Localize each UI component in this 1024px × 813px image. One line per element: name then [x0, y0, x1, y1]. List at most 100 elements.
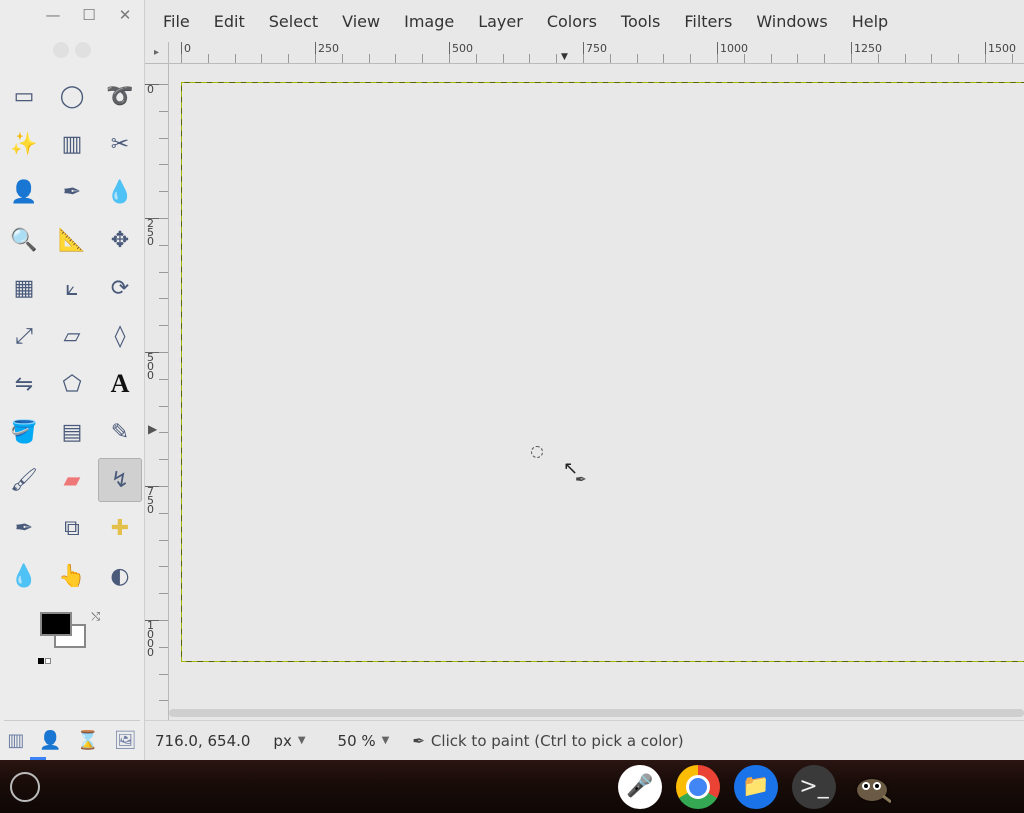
maximize-button[interactable]: ☐: [80, 6, 98, 24]
tool-move[interactable]: ✥: [98, 218, 142, 262]
close-button[interactable]: ✕: [116, 6, 134, 24]
tool-ellipse-select[interactable]: ◯: [50, 74, 94, 118]
status-bar: 716.0, 654.0 px ▼ 50 % ▼ ✒ Click to pain…: [145, 720, 1024, 760]
zoom-selector[interactable]: 50 % ▼: [329, 727, 399, 755]
tool-color-select[interactable]: ▥: [50, 122, 94, 166]
tool-color-picker[interactable]: 💧: [98, 170, 142, 214]
prompt-icon: >_: [799, 774, 828, 799]
menu-image[interactable]: Image: [392, 4, 466, 39]
rotate-icon: ⟳: [107, 275, 133, 301]
v-ruler-label: 0: [147, 85, 154, 94]
scrollbar-thumb[interactable]: [169, 709, 1024, 717]
tool-bucket-fill[interactable]: 🪣: [2, 410, 46, 454]
tool-blur[interactable]: 💧: [2, 554, 46, 598]
foreground-color-swatch[interactable]: [40, 612, 72, 636]
tool-foreground-select[interactable]: 👤: [2, 170, 46, 214]
tool-clone[interactable]: ⧉: [50, 506, 94, 550]
launcher-button[interactable]: [10, 772, 40, 802]
menu-tools[interactable]: Tools: [609, 4, 672, 39]
canvas-area: ▸ 0250500750100012501500▼ 02505007501000…: [145, 42, 1024, 720]
vertical-ruler[interactable]: 02505007501000: [145, 64, 169, 720]
tool-ink[interactable]: ✒: [2, 506, 46, 550]
history-tab-icon[interactable]: ⌛: [76, 730, 98, 751]
quick-mask-toggle-icon[interactable]: ▶: [148, 422, 157, 436]
pencil-icon: ✎: [107, 419, 133, 445]
shear-icon: ▱: [59, 323, 85, 349]
files-app-icon[interactable]: 📁: [734, 765, 778, 809]
airbrush-icon: ✒: [412, 732, 425, 750]
tool-heal[interactable]: ✚: [98, 506, 142, 550]
tool-scissors[interactable]: ✂: [98, 122, 142, 166]
images-tab-icon[interactable]: 🖼: [114, 730, 137, 751]
os-taskbar: 🎤 📁 >_: [0, 760, 1024, 813]
tool-cage[interactable]: ⬠: [50, 362, 94, 406]
canvas[interactable]: ↖ ✒: [169, 64, 1024, 694]
rect-select-icon: ▭: [11, 83, 37, 109]
foreground-select-icon: 👤: [11, 179, 37, 205]
h-ruler-label: 0: [184, 42, 191, 55]
wilber-icon: [853, 768, 891, 806]
minimize-button[interactable]: —: [44, 6, 62, 24]
wilber-logo: [0, 30, 144, 70]
menu-view[interactable]: View: [330, 4, 392, 39]
tool-airbrush[interactable]: ↯: [98, 458, 142, 502]
tool-smudge[interactable]: 👆: [50, 554, 94, 598]
brush-outline-cursor: [531, 446, 543, 458]
microphone-icon: 🎤: [626, 774, 653, 799]
h-ruler-label: 750: [586, 42, 607, 55]
tool-eraser[interactable]: ▰: [50, 458, 94, 502]
ink-icon: ✒: [11, 515, 37, 541]
tool-blend[interactable]: ▤: [50, 410, 94, 454]
unit-selector[interactable]: px ▼: [264, 727, 314, 755]
tool-align[interactable]: ▦: [2, 266, 46, 310]
clone-icon: ⧉: [59, 515, 85, 541]
horizontal-scrollbar[interactable]: [169, 706, 1024, 720]
chevron-down-icon: ▼: [298, 735, 306, 746]
h-ruler-label: 250: [318, 42, 339, 55]
tool-pencil[interactable]: ✎: [98, 410, 142, 454]
default-colors-icon[interactable]: [38, 658, 51, 664]
color-swatches[interactable]: ⤭: [40, 612, 100, 662]
menu-colors[interactable]: Colors: [535, 4, 609, 39]
v-ruler-label: 250: [147, 219, 154, 246]
tool-paths[interactable]: ✒: [50, 170, 94, 214]
menu-file[interactable]: File: [151, 4, 202, 39]
menu-select[interactable]: Select: [257, 4, 330, 39]
tool-dodge[interactable]: ◐: [98, 554, 142, 598]
voice-search-app-icon[interactable]: 🎤: [618, 765, 662, 809]
ruler-origin-button[interactable]: ▸: [145, 42, 169, 64]
chrome-app-icon[interactable]: [676, 765, 720, 809]
zoom-icon: 🔍: [11, 227, 37, 253]
horizontal-ruler[interactable]: 0250500750100012501500▼: [169, 42, 1024, 64]
measure-icon: 📐: [59, 227, 85, 253]
tool-measure[interactable]: 📐: [50, 218, 94, 262]
menu-help[interactable]: Help: [840, 4, 900, 39]
terminal-app-icon[interactable]: >_: [792, 765, 836, 809]
tool-rect-select[interactable]: ▭: [2, 74, 46, 118]
tool-fuzzy-select[interactable]: ✨: [2, 122, 46, 166]
tool-free-select[interactable]: ➰: [98, 74, 142, 118]
swap-colors-icon[interactable]: ⤭: [91, 610, 100, 624]
tool-options-tab-icon[interactable]: ▥: [7, 730, 24, 751]
tool-flip[interactable]: ⇋: [2, 362, 46, 406]
tool-paintbrush[interactable]: 🖌: [2, 458, 46, 502]
tool-crop[interactable]: ⟀: [50, 266, 94, 310]
h-ruler-label: 500: [452, 42, 473, 55]
device-status-tab-icon[interactable]: 👤: [39, 730, 61, 751]
menu-edit[interactable]: Edit: [202, 4, 257, 39]
tool-perspective[interactable]: ◊: [98, 314, 142, 358]
tool-text[interactable]: A: [98, 362, 142, 406]
taskbar-tray: 🎤 📁 >_: [618, 765, 894, 809]
tool-rotate[interactable]: ⟳: [98, 266, 142, 310]
menu-filters[interactable]: Filters: [672, 4, 744, 39]
perspective-icon: ◊: [107, 323, 133, 349]
gimp-app-icon[interactable]: [850, 765, 894, 809]
menu-windows[interactable]: Windows: [744, 4, 839, 39]
tool-shear[interactable]: ▱: [50, 314, 94, 358]
airbrush-cursor-icon: ✒: [575, 472, 587, 488]
unit-selector-value: px: [273, 732, 291, 750]
menu-layer[interactable]: Layer: [466, 4, 535, 39]
bucket-fill-icon: 🪣: [11, 419, 37, 445]
tool-zoom[interactable]: 🔍: [2, 218, 46, 262]
tool-scale[interactable]: ⤢: [2, 314, 46, 358]
